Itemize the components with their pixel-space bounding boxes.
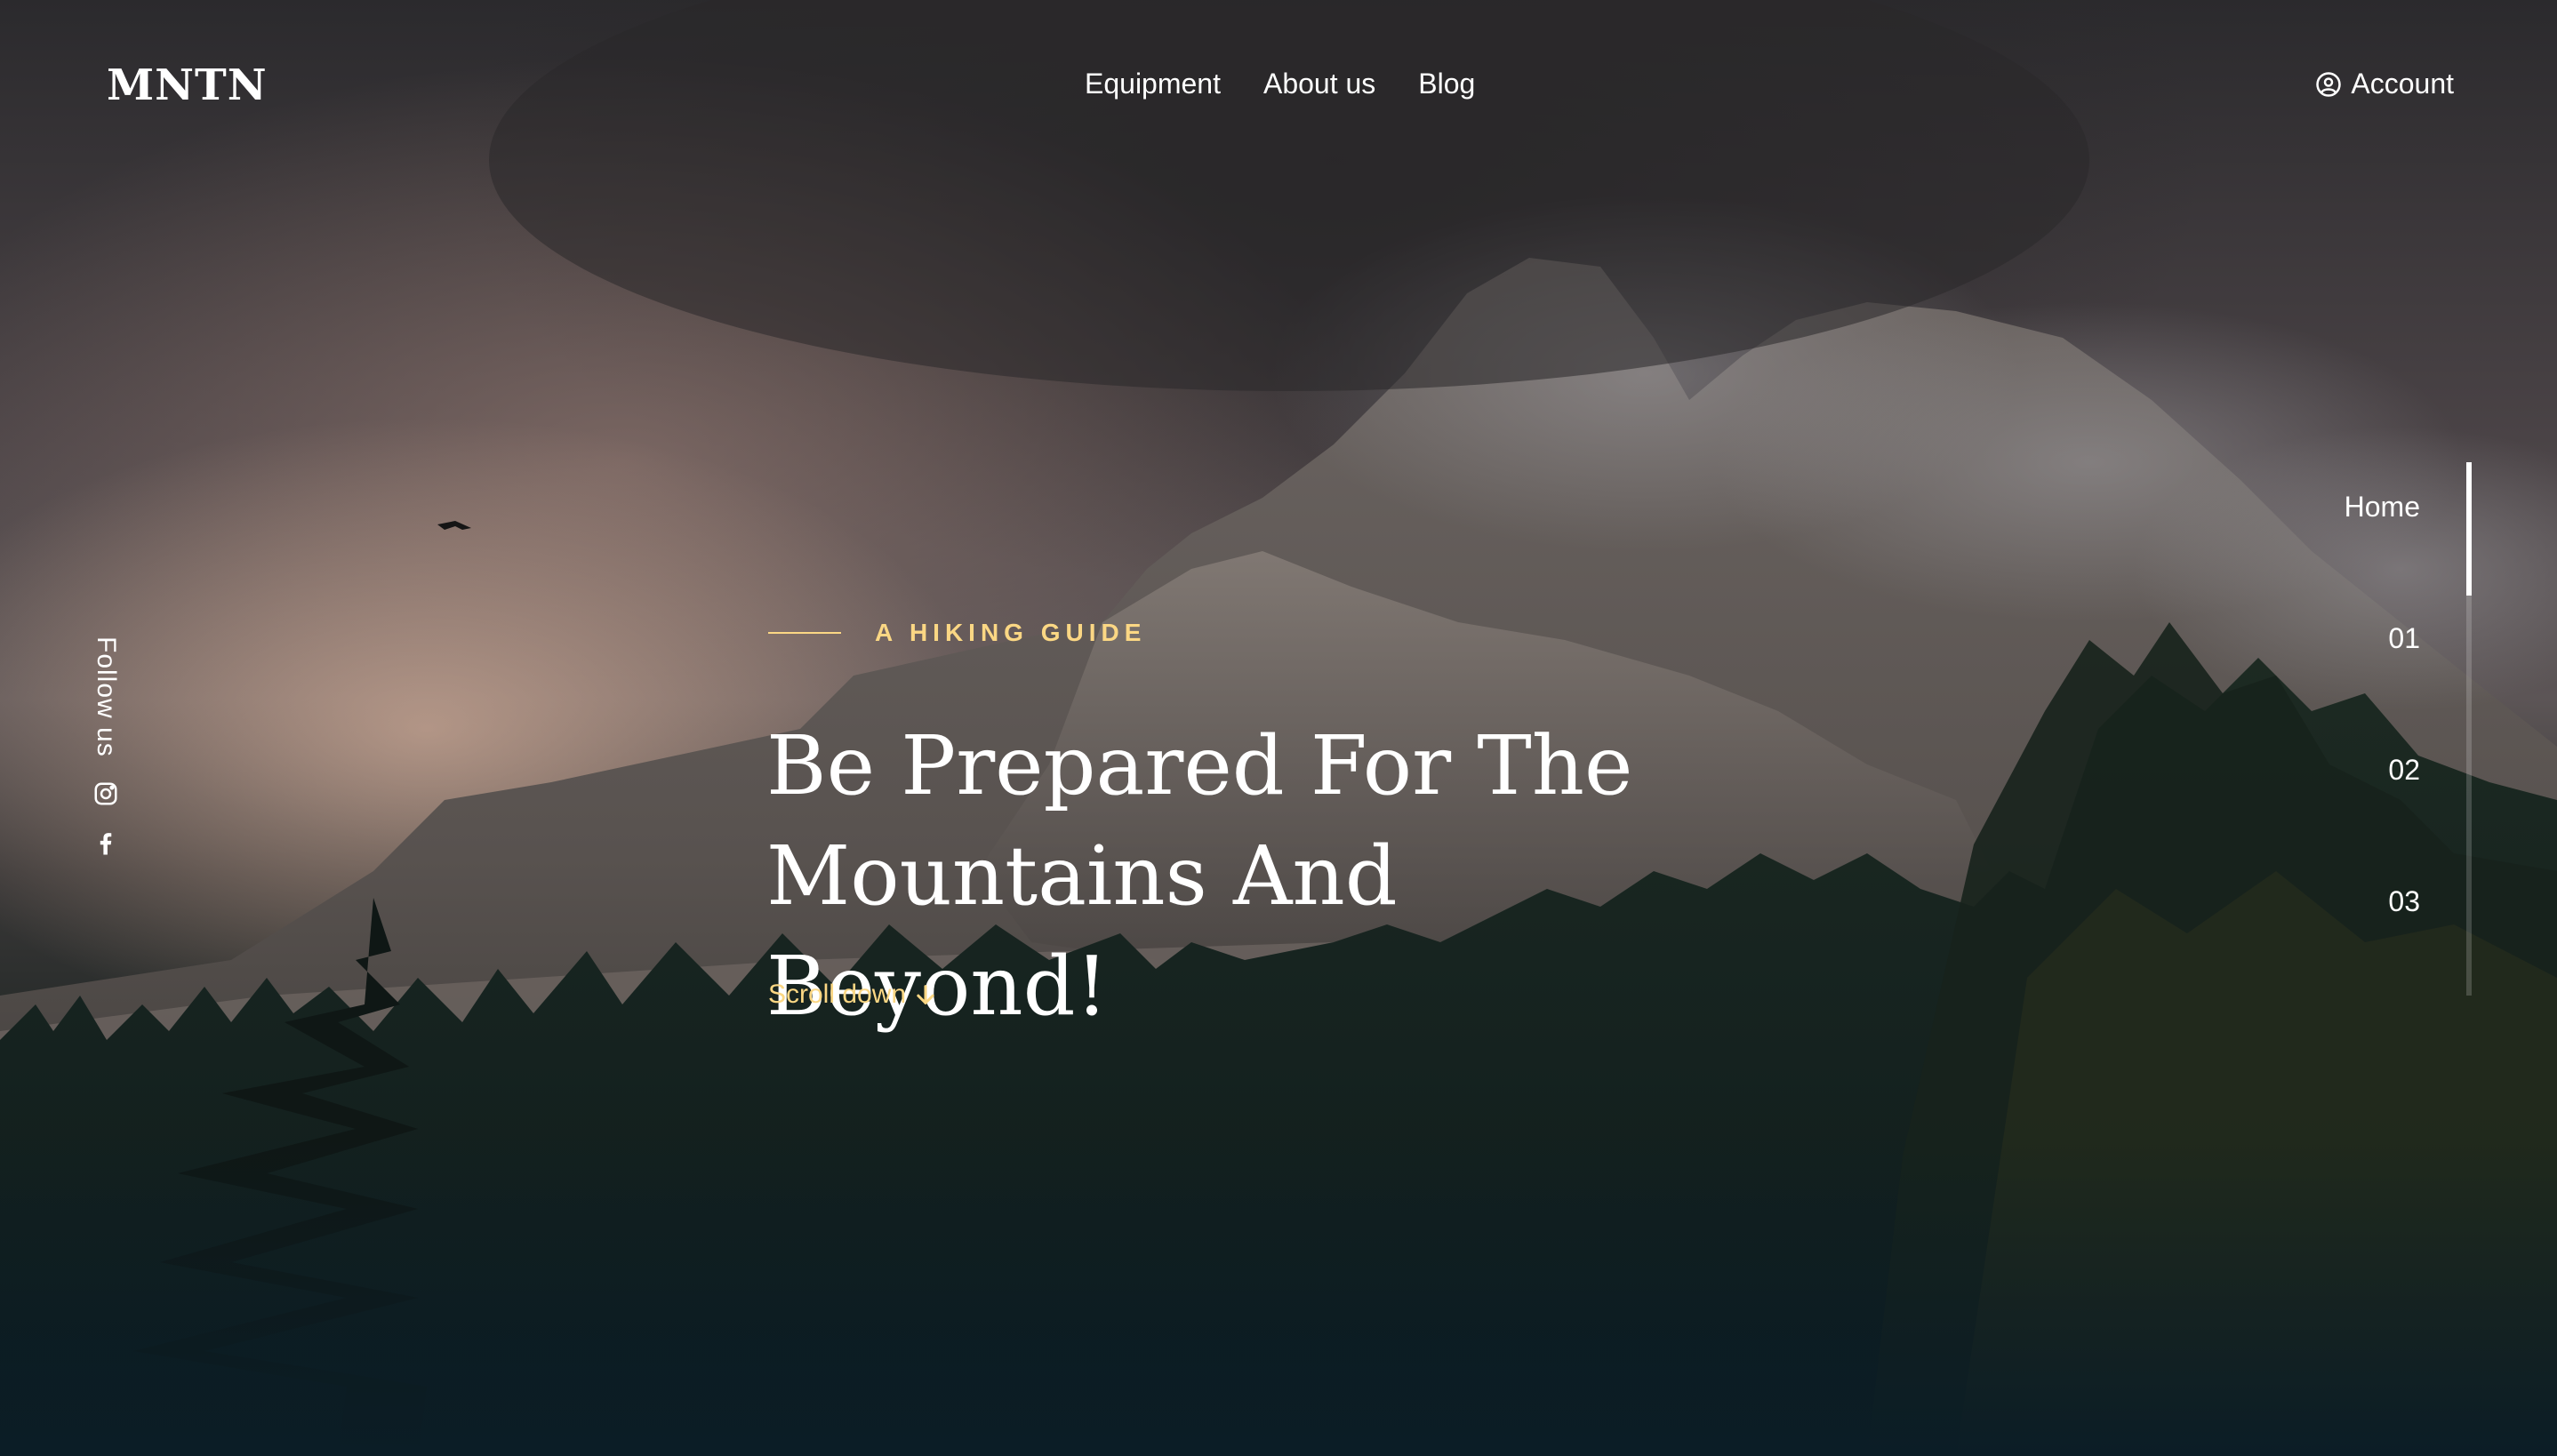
scroll-down-link[interactable]: Scroll down (768, 980, 938, 1010)
bird-silhouette (437, 521, 471, 530)
eyebrow-text: A HIKING GUIDE (875, 619, 1147, 646)
slide-item-02[interactable]: 02 (2296, 754, 2420, 787)
main-nav: Equipment About us Blog (1085, 68, 1475, 100)
site-logo[interactable]: MNTN (107, 60, 268, 110)
facebook-icon[interactable] (92, 830, 119, 857)
instagram-icon[interactable] (92, 780, 119, 807)
nav-item-equipment[interactable]: Equipment (1085, 68, 1221, 100)
scroll-down-label: Scroll down (768, 980, 907, 1009)
arrow-down-icon (917, 985, 934, 1004)
headline-line-1: Be Prepared For The (766, 718, 1633, 813)
account-link[interactable]: Account (2315, 68, 2454, 100)
nav-item-about-us[interactable]: About us (1263, 68, 1375, 100)
slide-item-01[interactable]: 01 (2296, 622, 2420, 655)
hero-section: MNTN Equipment About us Blog Account Fol… (0, 0, 2557, 1456)
nav-item-blog[interactable]: Blog (1418, 68, 1475, 100)
user-circle-icon (2316, 71, 2342, 97)
eyebrow-line (768, 632, 841, 634)
follow-us-label: Follow us (92, 636, 121, 757)
follow-us: Follow us (92, 636, 121, 857)
slide-navigation: Home 01 02 03 (2294, 462, 2472, 996)
slide-item-home[interactable]: Home (2296, 491, 2420, 524)
hero-eyebrow: A HIKING GUIDE (768, 619, 1146, 647)
slide-item-03[interactable]: 03 (2296, 885, 2420, 918)
account-label: Account (2351, 68, 2454, 100)
slide-progress-indicator (2466, 462, 2472, 596)
